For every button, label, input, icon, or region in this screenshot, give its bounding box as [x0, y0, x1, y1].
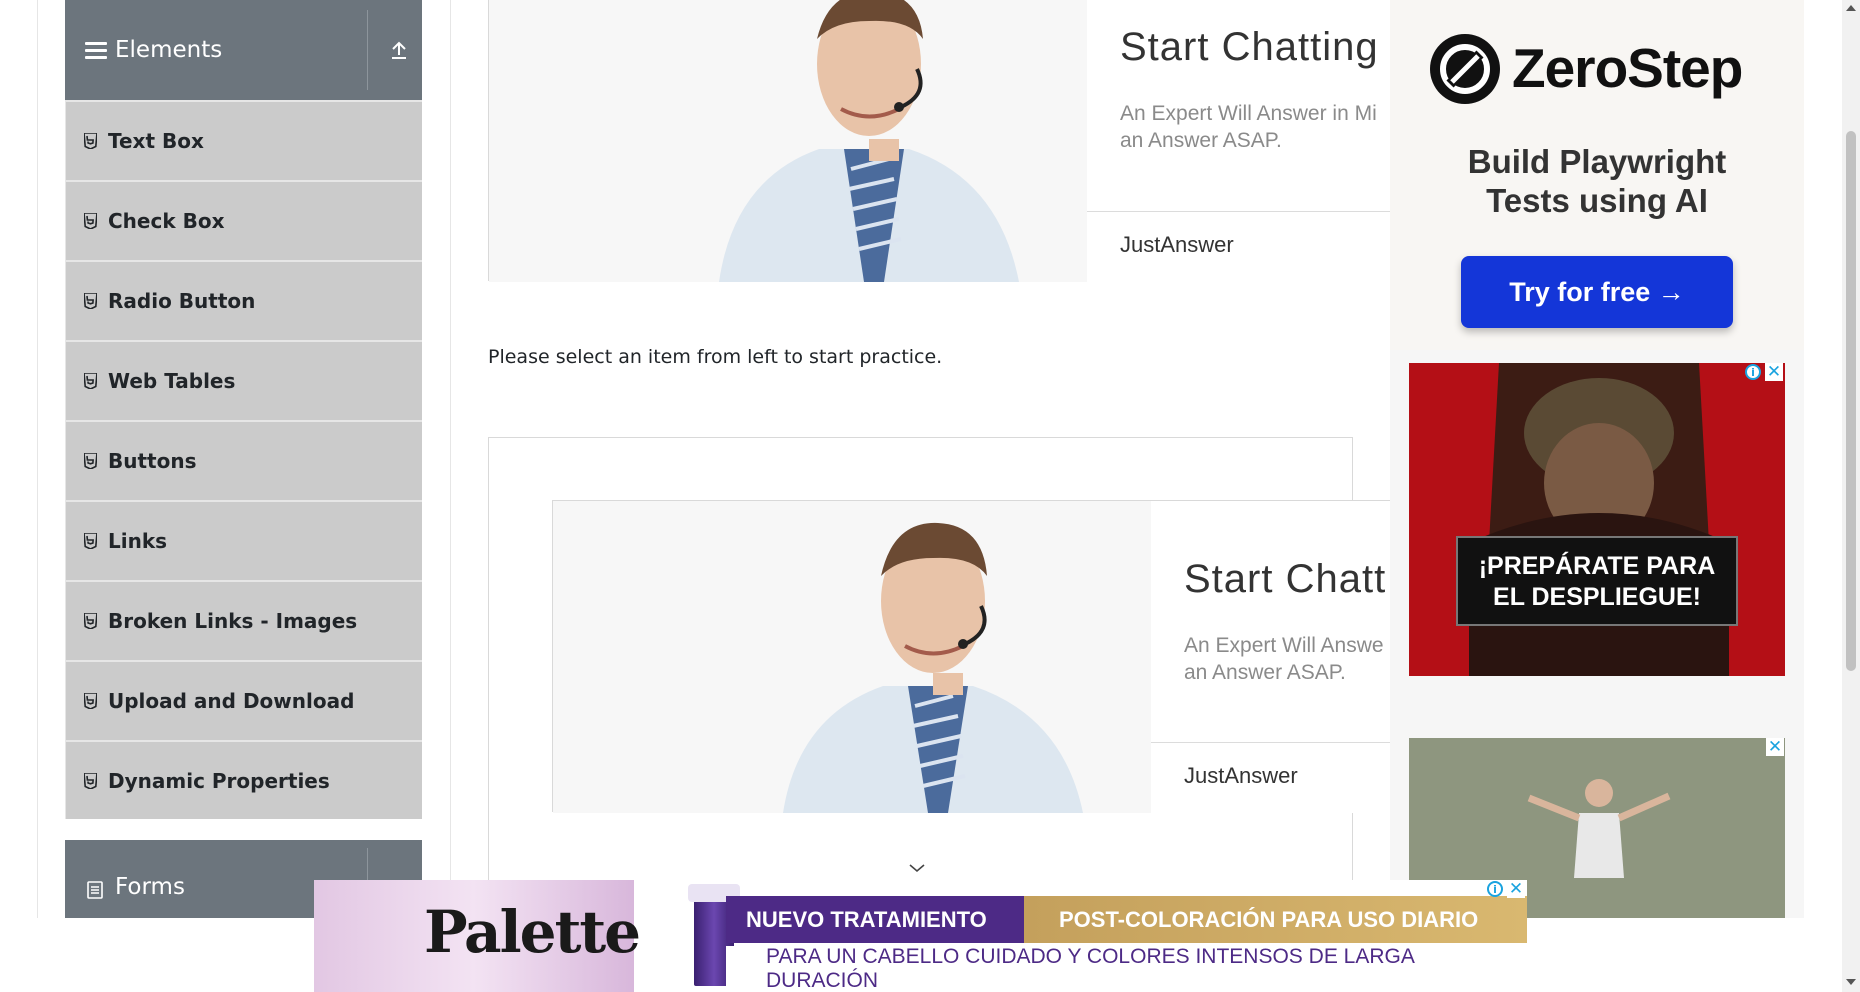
ad-desc-line1: An Expert Will Answer in Mi	[1120, 102, 1377, 125]
ad-line1-left: NUEVO TRATAMIENTO	[726, 896, 1038, 943]
practice-instruction: Please select an item from left to start…	[488, 346, 943, 368]
sidebar-item-broken-links[interactable]: Broken Links - Images	[65, 580, 422, 660]
html5-icon	[84, 293, 97, 309]
menu-icon	[85, 42, 107, 59]
sidebar-item-label: Check Box	[108, 209, 225, 233]
sidebar-item-dynamic-properties[interactable]: Dynamic Properties	[65, 740, 422, 819]
html5-icon	[84, 693, 97, 709]
html5-icon	[84, 533, 97, 549]
left-panel: Elements Text Box Check Box Radio Button…	[37, 0, 451, 918]
collapse-icon[interactable]	[376, 0, 422, 100]
right-ad-column: ZeroStep Build Playwright Tests using AI…	[1390, 0, 1804, 918]
zerostep-tagline-line1: Build Playwright	[1467, 143, 1727, 180]
ad-close-icon[interactable]: ✕	[1507, 880, 1525, 898]
ad-title: Start Chatt	[1184, 557, 1387, 601]
sidebar-item-text-box[interactable]: Text Box	[65, 100, 422, 180]
html5-icon	[84, 373, 97, 389]
ad-close-icon[interactable]: ✕	[1765, 363, 1783, 381]
ad-desc-line2: an Answer ASAP.	[1184, 661, 1346, 684]
military-line1: ¡PREPÁRATE PARA	[1478, 552, 1716, 580]
html5-icon	[84, 453, 97, 469]
scroll-up-icon[interactable]	[1846, 4, 1856, 12]
header-divider	[367, 10, 368, 90]
html5-icon	[84, 613, 97, 629]
sidebar-item-upload-download[interactable]: Upload and Download	[65, 660, 422, 740]
group-header-elements[interactable]: Elements	[65, 0, 422, 100]
sidebar-item-label: Text Box	[108, 129, 204, 153]
ad-military[interactable]: i ✕ ¡PREPÁRATE PARA EL DESPLIEGUE!	[1409, 363, 1785, 676]
ad-zerostep[interactable]: ZeroStep Build Playwright Tests using AI…	[1390, 0, 1804, 350]
adchoices-icon[interactable]: i	[1745, 364, 1761, 380]
zerostep-tagline: Build Playwright Tests using AI	[1390, 142, 1804, 220]
military-line2: EL DESPLIEGUE!	[1493, 583, 1701, 611]
ad-desc-line2: an Answer ASAP.	[1120, 129, 1282, 152]
sidebar-item-label: Dynamic Properties	[108, 768, 330, 793]
form-icon	[87, 881, 103, 899]
ad-close-icon[interactable]: ✕	[1766, 738, 1784, 756]
html5-icon	[84, 133, 97, 149]
sidebar-item-buttons[interactable]: Buttons	[65, 420, 422, 500]
ad-title: Start Chatting	[1120, 25, 1379, 69]
ad-container-second: Start Chatt An Expert Will Answe an Answ…	[488, 437, 1403, 957]
sidebar-item-links[interactable]: Links	[65, 500, 422, 580]
ad-line2: PARA UN CABELLO CUIDADO Y COLORES INTENS…	[726, 945, 1527, 992]
ad-brand: JustAnswer	[1184, 763, 1298, 788]
sidebar-item-web-tables[interactable]: Web Tables	[65, 340, 422, 420]
ad-card-justanswer-top[interactable]: Start Chatting An Expert Will Answer in …	[488, 0, 1399, 282]
military-headline: ¡PREPÁRATE PARA EL DESPLIEGUE!	[1456, 536, 1738, 626]
zerostep-brand: ZeroStep	[1512, 37, 1743, 99]
sidebar-item-label: Upload and Download	[108, 689, 355, 713]
ad-image-agent	[489, 0, 1087, 282]
group-title-forms: Forms	[115, 874, 185, 900]
ad-line1-right: POST-COLORACIÓN PARA USO DIARIO	[1024, 896, 1527, 943]
sidebar-item-label: Web Tables	[108, 369, 236, 393]
ad-separator	[1087, 211, 1399, 212]
ad-separator	[1151, 742, 1403, 743]
sidebar-item-check-box[interactable]: Check Box	[65, 180, 422, 260]
sidebar-item-radio-button[interactable]: Radio Button	[65, 260, 422, 340]
sidebar-item-label: Broken Links - Images	[108, 609, 358, 633]
group-title-elements: Elements	[115, 37, 223, 63]
adchoices-icon[interactable]: i	[1487, 881, 1503, 897]
palette-brand-panel: Palette	[314, 880, 641, 992]
chevron-down-icon[interactable]	[907, 858, 927, 878]
ad-image-agent	[553, 501, 1151, 813]
scroll-down-icon[interactable]	[1846, 978, 1856, 986]
ad-bottom-banner[interactable]: Palette NUEVO TRATAMIENTO POST-COLORACIÓ…	[314, 880, 1527, 992]
html5-icon	[84, 213, 97, 229]
ad-desc-line1: An Expert Will Answe	[1184, 634, 1384, 657]
sidebar-item-label: Radio Button	[108, 289, 256, 313]
ad-card-justanswer-second[interactable]: Start Chatt An Expert Will Answe an Answ…	[552, 500, 1403, 813]
page-scrollbar[interactable]	[1842, 0, 1860, 992]
zerostep-logo-icon	[1430, 34, 1500, 104]
zerostep-tagline-line2: Tests using AI	[1486, 182, 1708, 219]
ad-text-panel: Start Chatt An Expert Will Answe an Answ…	[1151, 501, 1403, 813]
zerostep-cta-button[interactable]: Try for free →	[1461, 256, 1733, 328]
ad-text-panel: Start Chatting An Expert Will Answer in …	[1087, 0, 1399, 282]
ad-brand: JustAnswer	[1120, 232, 1234, 257]
sidebar-item-label: Buttons	[108, 449, 197, 473]
scrollbar-thumb[interactable]	[1846, 131, 1856, 671]
palette-logo: Palette	[424, 898, 641, 966]
sidebar-item-label: Links	[108, 529, 168, 553]
html5-icon	[84, 773, 97, 789]
